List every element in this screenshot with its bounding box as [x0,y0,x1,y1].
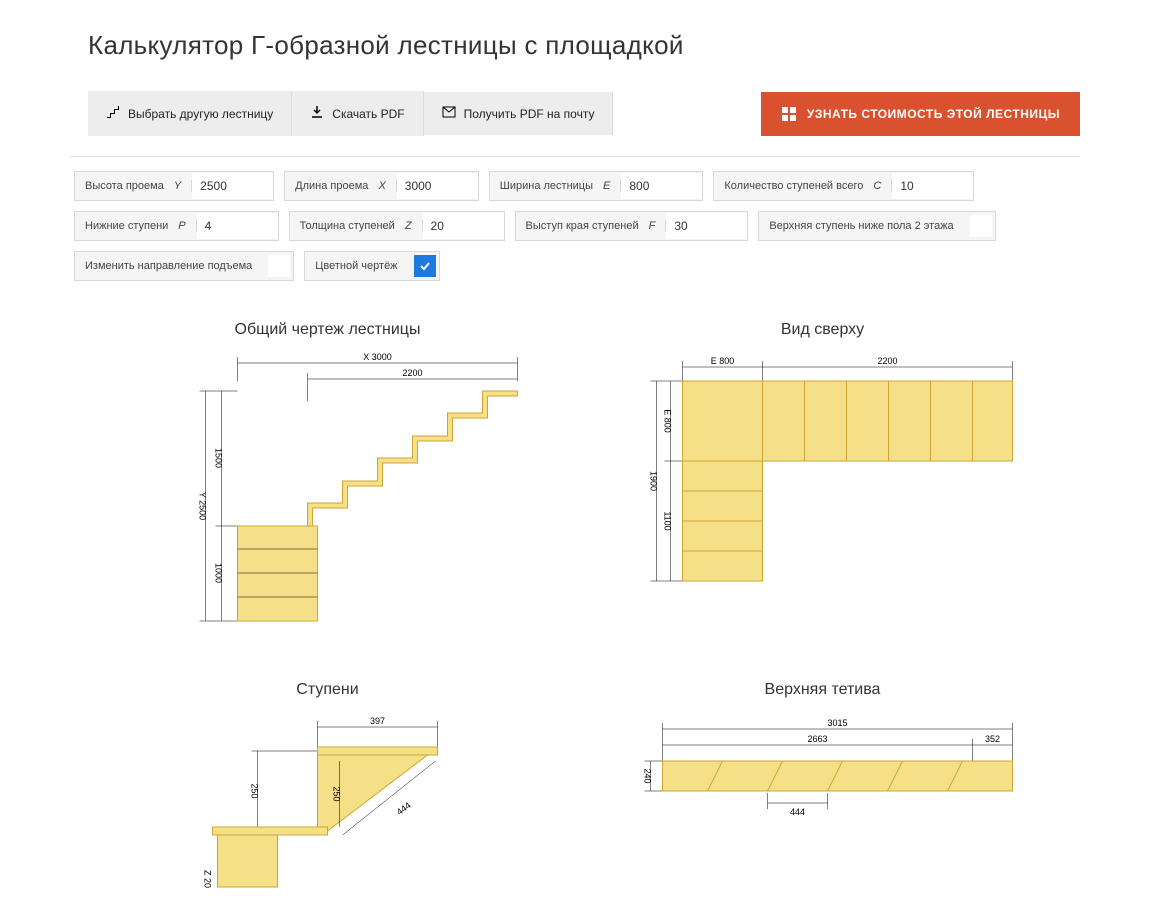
dim-label: 1500 [214,448,224,468]
toolbar: Выбрать другую лестницу Скачать PDF Полу… [88,91,1080,136]
dim-label: 1900 [649,471,659,491]
height-input[interactable] [192,173,273,199]
diagram-top: Вид сверху E 800 2200 1900 E 800 1100 [595,321,1050,631]
param-flip: Изменить направление подъема [74,251,294,281]
download-pdf-label: Скачать PDF [332,107,404,121]
choose-other-label: Выбрать другую лестницу [128,107,273,121]
dim-label: Z 20 [203,870,213,888]
param-label: Ширина лестницы [490,180,603,192]
param-sym: X [378,180,396,192]
dim-label: 352 [985,734,1000,744]
page-title: Калькулятор Г-образной лестницы с площад… [88,30,1080,61]
length-input[interactable] [397,173,478,199]
dim-label: 1100 [663,511,673,530]
param-top-below: Верхняя ступень ниже пола 2 этажа [758,211,995,241]
dim-label: 397 [370,716,385,726]
dim-label: 2200 [877,356,897,366]
dim-label: 1000 [214,563,224,583]
diagram-title: Общий чертеж лестницы [100,321,555,339]
diagram-title: Вид сверху [595,321,1050,339]
param-label: Нижние ступени [75,220,178,232]
cta-label: УЗНАТЬ СТОИМОСТЬ ЭТОЙ ЛЕСТНИЦЫ [807,107,1060,121]
params-row: Высота проема Y Длина проема X Ширина ле… [70,171,1080,281]
param-width: Ширина лестницы E [489,171,704,201]
color-checkbox[interactable] [414,255,436,277]
dim-label: 250 [250,783,260,798]
param-sym: P [178,220,196,232]
width-input[interactable] [621,173,702,199]
param-steps: Количество ступеней всего C [713,171,974,201]
download-pdf-button[interactable]: Скачать PDF [292,91,423,136]
diagrams: Общий чертеж лестницы X 3000 2200 Y 2500… [70,281,1080,891]
diagram-overall: Общий чертеж лестницы X 3000 2200 Y 2500… [100,321,555,631]
dim-label: 2663 [807,734,827,744]
diagram-stringer: Верхняя тетива 3015 2663 352 240 444 [595,681,1050,891]
param-label: Выступ края ступеней [516,220,649,232]
stairs-icon [106,105,120,122]
diagram-title: Верхняя тетива [595,681,1050,699]
param-height: Высота проема Y [74,171,274,201]
thick-input[interactable] [423,213,504,239]
dim-label: E 800 [711,356,735,366]
lower-input[interactable] [197,213,278,239]
param-label: Цветной чертёж [305,260,407,272]
param-label: Высота проема [75,180,174,192]
param-label: Толщина ступеней [290,220,405,232]
dim-label: 3015 [827,718,847,728]
diagram-step: Ступени 397 250 250 444 Z 20 [100,681,555,891]
steps-input[interactable] [892,173,973,199]
divider [70,156,1080,157]
dim-label: Y 2500 [198,492,208,520]
dim-label: 250 [332,786,342,801]
param-length: Длина проема X [284,171,479,201]
dim-label: 240 [643,768,653,783]
param-lower: Нижние ступени P [74,211,279,241]
download-icon [310,105,324,122]
param-label: Количество ступеней всего [714,180,873,192]
param-sym: F [649,220,667,232]
param-sym: Y [174,180,192,192]
overhang-input[interactable] [666,213,747,239]
choose-other-button[interactable]: Выбрать другую лестницу [88,91,292,136]
flip-checkbox[interactable] [268,255,290,277]
grid-icon [781,106,797,122]
dim-label: 444 [790,807,805,817]
param-overhang: Выступ края ступеней F [515,211,749,241]
param-sym: Z [405,220,423,232]
param-sym: E [603,180,621,192]
email-pdf-button[interactable]: Получить PDF на почту [424,92,614,135]
email-pdf-label: Получить PDF на почту [464,107,595,121]
dim-label: 444 [395,800,413,817]
dim-label: X 3000 [363,352,392,362]
param-label: Длина проема [285,180,378,192]
dim-label: E 800 [663,409,673,433]
param-sym: C [873,180,892,192]
mail-icon [442,106,456,121]
top-below-checkbox[interactable] [970,215,992,237]
cta-price-button[interactable]: УЗНАТЬ СТОИМОСТЬ ЭТОЙ ЛЕСТНИЦЫ [761,92,1080,136]
param-color: Цветной чертёж [304,251,439,281]
param-label: Изменить направление подъема [75,260,262,272]
diagram-title: Ступени [100,681,555,699]
dim-label: 2200 [402,368,422,378]
param-thick: Толщина ступеней Z [289,211,505,241]
param-label: Верхняя ступень ниже пола 2 этажа [759,220,963,232]
